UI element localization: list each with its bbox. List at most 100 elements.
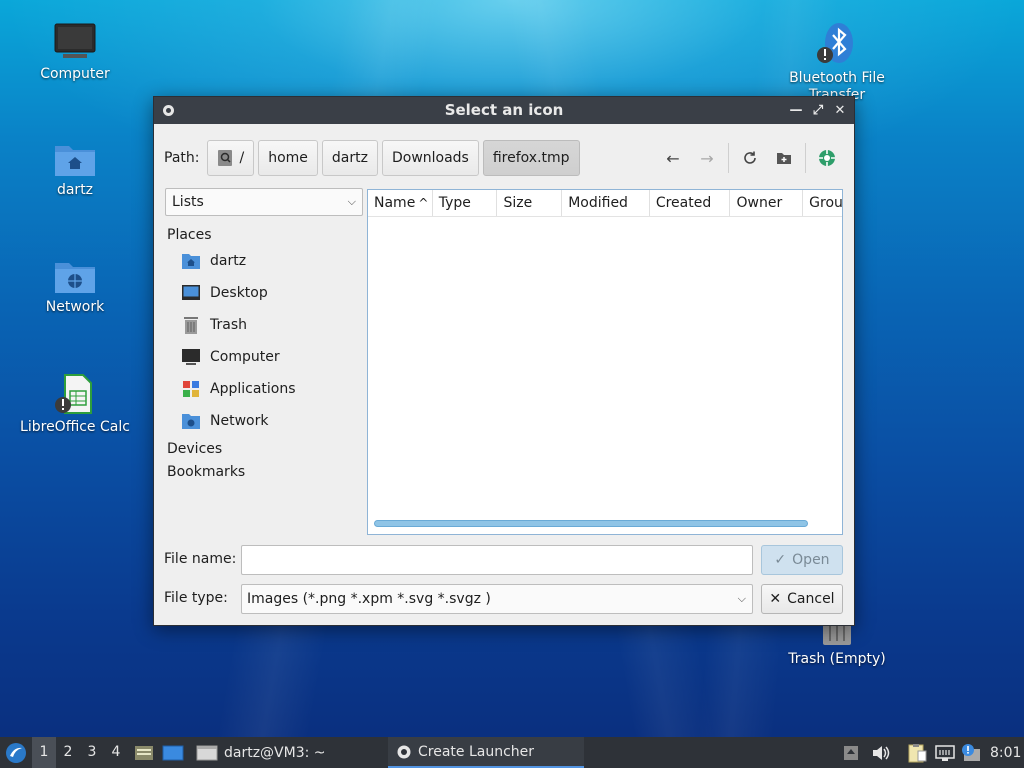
place-label: Applications bbox=[210, 381, 296, 397]
filename-input[interactable] bbox=[241, 545, 753, 575]
terminal-icon bbox=[196, 745, 218, 760]
column-owner[interactable]: Owner bbox=[730, 190, 804, 216]
column-headers: Name ^ Type Size Modified Created Owner G… bbox=[368, 190, 842, 217]
sidebar-view-select[interactable]: Lists ⌵ bbox=[165, 188, 363, 216]
tray-updates[interactable] bbox=[843, 737, 859, 768]
task-create-launcher[interactable]: Create Launcher bbox=[388, 737, 584, 768]
desktop-icon-home[interactable]: dartz bbox=[15, 140, 135, 199]
toolbar-separator bbox=[728, 143, 729, 173]
close-icon[interactable]: ✕ bbox=[832, 103, 848, 119]
filetype-select[interactable]: Images (*.png *.xpm *.svg *.svgz ) ⌵ bbox=[241, 584, 753, 614]
column-group[interactable]: Grou bbox=[803, 190, 842, 216]
desktop-icon-label: dartz bbox=[56, 182, 94, 198]
tray-clipboard[interactable] bbox=[906, 737, 928, 768]
maximize-icon[interactable]: ⤢ bbox=[810, 103, 826, 119]
place-label: Trash bbox=[210, 317, 247, 333]
crumb-label: dartz bbox=[331, 150, 368, 166]
bookmark-button[interactable] bbox=[810, 144, 844, 172]
package-icon bbox=[844, 745, 858, 760]
desktop-icon-bluetooth[interactable]: Bluetooth File Transfer bbox=[777, 22, 897, 104]
back-button[interactable]: ← bbox=[656, 144, 690, 172]
bookmark-icon bbox=[819, 150, 835, 166]
clock[interactable]: 8:01 bbox=[990, 737, 1021, 768]
reload-button[interactable] bbox=[733, 144, 767, 172]
column-size[interactable]: Size bbox=[497, 190, 563, 216]
reload-icon bbox=[744, 151, 756, 164]
cancel-button[interactable]: ✕ Cancel bbox=[761, 584, 843, 614]
tray-network[interactable] bbox=[934, 737, 956, 768]
network-folder-icon bbox=[55, 263, 95, 293]
forward-button[interactable]: → bbox=[690, 144, 724, 172]
dialog-titlebar[interactable]: Select an icon — ⤢ ✕ bbox=[154, 97, 854, 124]
filetype-row: File type: Images (*.png *.xpm *.svg *.s… bbox=[164, 584, 844, 614]
place-trash[interactable]: Trash bbox=[167, 309, 363, 341]
workspace-2[interactable]: 2 bbox=[56, 737, 80, 768]
column-type[interactable]: Type bbox=[433, 190, 498, 216]
place-network[interactable]: Network bbox=[167, 405, 363, 437]
open-button[interactable]: ✓ Open bbox=[761, 545, 843, 575]
app-icon bbox=[163, 105, 174, 116]
desktop-icon-label: Computer bbox=[40, 66, 110, 82]
desktop-icon-libreoffice-calc[interactable]: LibreOffice Calc bbox=[15, 373, 135, 436]
places-header[interactable]: Places bbox=[167, 225, 363, 245]
nav-toolbar: ← → bbox=[656, 143, 844, 173]
place-label: Desktop bbox=[210, 285, 268, 301]
tray-notifications[interactable] bbox=[960, 737, 982, 768]
quicklaunch-file-manager[interactable] bbox=[134, 737, 154, 768]
filetype-value: Images (*.png *.xpm *.svg *.svgz ) bbox=[247, 591, 491, 607]
start-menu-button[interactable] bbox=[4, 737, 28, 768]
desktop-icon-label: LibreOffice Calc bbox=[20, 419, 130, 435]
file-list[interactable]: Name ^ Type Size Modified Created Owner G… bbox=[367, 189, 843, 535]
filetype-label: File type: bbox=[164, 590, 228, 606]
drive-icon bbox=[218, 150, 233, 166]
task-label: Create Launcher bbox=[418, 743, 535, 760]
place-label: dartz bbox=[210, 253, 247, 269]
select-icon-dialog: Select an icon — ⤢ ✕ Path: / home dartz … bbox=[153, 96, 855, 626]
quicklaunch-show-desktop[interactable] bbox=[162, 737, 184, 768]
horizontal-scrollbar[interactable] bbox=[374, 520, 808, 527]
column-name[interactable]: Name ^ bbox=[368, 190, 433, 216]
crumb-label: Downloads bbox=[391, 150, 469, 166]
new-folder-button[interactable] bbox=[767, 144, 801, 172]
workspace-switcher: 1 2 3 4 bbox=[32, 737, 128, 768]
bookmarks-header[interactable]: Bookmarks bbox=[167, 462, 363, 482]
close-icon: ✕ bbox=[769, 591, 782, 607]
place-dartz[interactable]: dartz bbox=[167, 245, 363, 277]
column-label: Type bbox=[438, 195, 471, 211]
crumb-root[interactable]: / bbox=[207, 140, 255, 176]
crumb-firefox-tmp[interactable]: firefox.tmp bbox=[482, 140, 580, 176]
task-terminal[interactable]: dartz@VM3: ~ bbox=[188, 737, 334, 768]
computer-icon bbox=[182, 349, 200, 365]
workspace-4[interactable]: 4 bbox=[104, 737, 128, 768]
bluetooth-icon bbox=[817, 23, 853, 63]
file-manager-icon bbox=[135, 745, 153, 760]
desktop-icon bbox=[182, 285, 200, 300]
open-label: Open bbox=[792, 552, 830, 568]
home-folder-icon bbox=[55, 146, 95, 176]
chevron-down-icon: ⌵ bbox=[737, 592, 746, 605]
crumb-home[interactable]: home bbox=[258, 140, 318, 176]
tray-volume[interactable] bbox=[871, 737, 891, 768]
minimize-icon[interactable]: — bbox=[788, 103, 804, 119]
place-label: Network bbox=[210, 413, 269, 429]
window-controls: — ⤢ ✕ bbox=[788, 97, 848, 124]
column-label: Grou bbox=[809, 195, 842, 211]
workspace-3[interactable]: 3 bbox=[80, 737, 104, 768]
desktop-icon-computer[interactable]: Computer bbox=[15, 22, 135, 83]
place-desktop[interactable]: Desktop bbox=[167, 277, 363, 309]
workspace-1[interactable]: 1 bbox=[32, 737, 56, 768]
crumb-downloads[interactable]: Downloads bbox=[381, 140, 479, 176]
checkmark-icon: ✓ bbox=[774, 552, 787, 568]
desktop-icon-network[interactable]: Network bbox=[15, 257, 135, 316]
column-modified[interactable]: Modified bbox=[562, 190, 650, 216]
show-desktop-icon bbox=[162, 745, 184, 760]
crumb-dartz[interactable]: dartz bbox=[321, 140, 378, 176]
clipboard-icon bbox=[908, 743, 927, 762]
crumb-label: / bbox=[239, 150, 245, 166]
devices-header[interactable]: Devices bbox=[167, 439, 363, 459]
place-computer[interactable]: Computer bbox=[167, 341, 363, 373]
column-created[interactable]: Created bbox=[650, 190, 731, 216]
filename-row: File name: ✓ Open bbox=[164, 545, 844, 575]
computer-icon bbox=[54, 23, 96, 58]
place-applications[interactable]: Applications bbox=[167, 373, 363, 405]
